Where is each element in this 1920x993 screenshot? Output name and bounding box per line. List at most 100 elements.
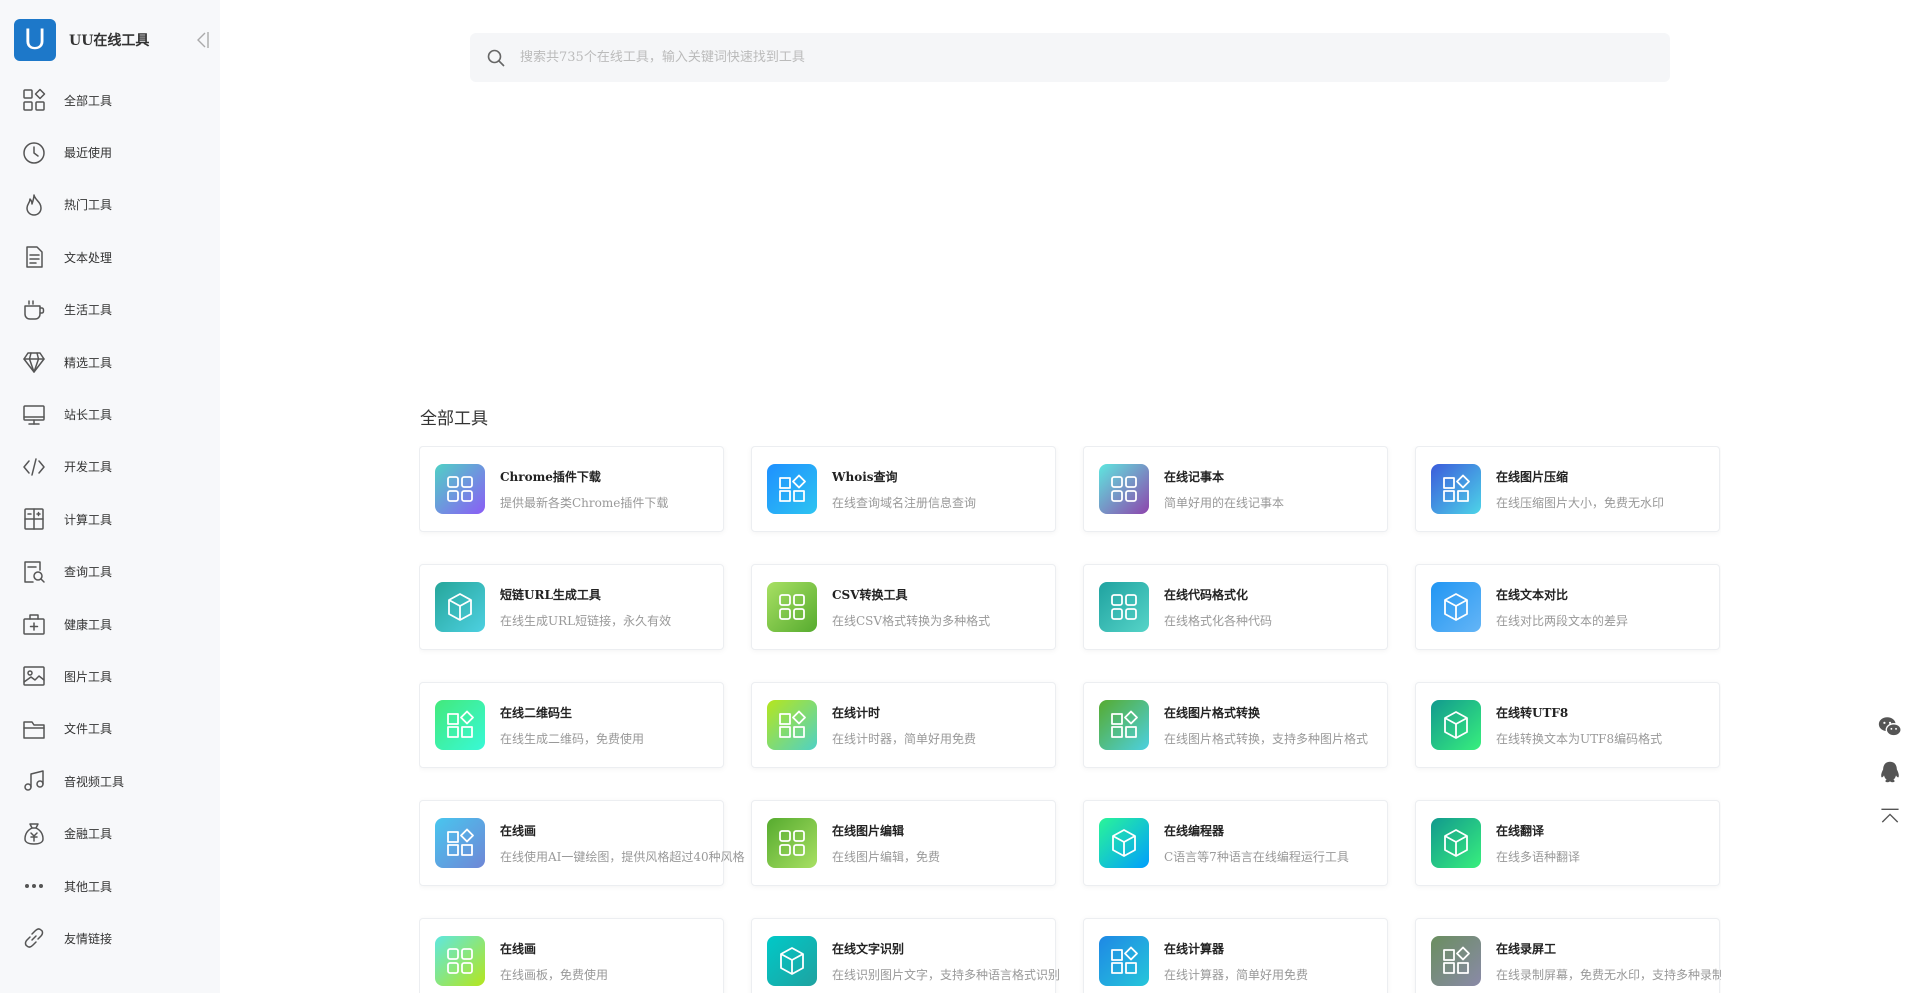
tool-card[interactable]: 在线图片压缩 在线压缩图片大小，免费无水印 [1415,446,1720,532]
apps-icon [767,582,817,632]
tool-card-text: 在线计时 在线计时器，简单好用免费 [832,704,976,747]
tool-card-desc: 提供最新各类Chrome插件下载 [500,495,669,510]
wechat-icon[interactable] [1876,713,1904,741]
tool-card[interactable]: 在线画 在线使用AI一键绘图，提供风格超过40种风格 [419,800,745,886]
brand[interactable]: U UU在线工具 [14,19,149,61]
tool-card-desc: 在线图片格式转换，支持多种图片格式 [1164,731,1369,746]
sidebar-item[interactable]: 站长工具 [0,388,220,440]
tool-card-title: Chrome插件下载 [500,469,601,484]
tool-card-title: Whois查询 [832,469,898,484]
tool-card-desc: 简单好用的在线记事本 [1164,495,1285,510]
search-bar[interactable] [470,33,1670,82]
sidebar-item-label: 热门工具 [64,198,113,213]
tool-card-desc: 在线图片编辑，免费 [832,849,941,864]
sidebar-item-label: 图片工具 [64,669,113,684]
sidebar-item-label: 文件工具 [64,722,113,737]
tool-card-title: 在线图片格式转换 [1164,705,1261,720]
tool-card-text: 短链URL生成工具 在线生成URL短链接，永久有效 [500,586,671,629]
sidebar-item[interactable]: 计算工具 [0,493,220,545]
tool-card[interactable]: 在线图片编辑 在线图片编辑，免费 [751,800,1056,886]
tool-card[interactable]: 在线画 在线画板，免费使用 [419,918,724,993]
sidebar-item[interactable]: 其他工具 [0,860,220,912]
sidebar-item[interactable]: 图片工具 [0,650,220,702]
tool-card-title: 在线文本对比 [1496,587,1569,602]
tool-card[interactable]: 在线录屏工在线录制屏幕，免费无水印，支持多种录制方式 [1415,918,1721,993]
tool-card[interactable]: 在线文字识别 在线识别图片文字，支持多种语言格式识别 [751,918,1060,993]
tool-card-text: 在线转UTF8 在线转换文本为UTF8编码格式 [1496,704,1662,747]
tool-card[interactable]: 在线编程器 C语言等7种语言在线编程运行工具 [1083,800,1388,886]
tool-card-title: 在线翻译 [1496,823,1545,838]
widgets-icon [435,700,485,750]
sidebar-item[interactable]: 查询工具 [0,546,220,598]
tool-card[interactable]: 在线图片格式转换在线图片格式转换，支持多种图片格式 [1083,682,1388,768]
search-input[interactable] [520,50,1620,65]
tool-card-desc: 在线压缩图片大小，免费无水印 [1496,495,1665,510]
sidebar-item[interactable]: 友情链接 [0,912,220,964]
tool-card[interactable]: 短链URL生成工具 在线生成URL短链接，永久有效 [419,564,724,650]
sidebar-item-label: 开发工具 [64,460,113,475]
apps-icon [1099,582,1149,632]
tool-card[interactable]: 在线转UTF8 在线转换文本为UTF8编码格式 [1415,682,1720,768]
tool-card[interactable]: 在线文本对比 在线对比两段文本的差异 [1415,564,1720,650]
sidebar-item[interactable]: 生活工具 [0,284,220,336]
tool-card[interactable]: 在线记事本简单好用的在线记事本 [1083,446,1388,532]
apps-icon [435,936,485,986]
sidebar-item[interactable]: 全部工具 [0,74,220,126]
tool-card[interactable]: Whois查询 在线查询域名注册信息查询 [751,446,1056,532]
tool-card-text: CSV转换工具 在线CSV格式转换为多种格式 [832,586,990,629]
tool-card[interactable]: 在线计算器 在线计算器，简单好用免费 [1083,918,1388,993]
cube-icon [435,582,485,632]
tool-card-desc: 在线计时器，简单好用免费 [832,731,977,746]
tool-card-title: 在线记事本 [1164,469,1225,484]
sidebar-item[interactable]: 金融工具 [0,807,220,859]
sidebar-item-label: 生活工具 [64,303,113,318]
sidebar-item[interactable]: 热门工具 [0,179,220,231]
tool-card-text: 在线计算器 在线计算器，简单好用免费 [1164,940,1308,983]
sidebar-item-label: 音视频工具 [64,774,125,789]
tool-grid: Chrome插件下载提供最新各类Chrome插件下载 Whois查询 在线查询域名注… [419,446,1721,993]
tool-card[interactable]: 在线翻译 在线多语种翻译 [1415,800,1720,886]
sidebar-item-label: 最近使用 [64,146,113,161]
sidebar: U UU在线工具 全部工具最近使用热门工具文本处理生活工具精选工具 站长工具开发工… [0,0,220,993]
qq-icon[interactable] [1876,758,1904,786]
sidebar-item-label: 其他工具 [64,879,113,894]
collapse-sidebar-icon[interactable] [194,30,210,50]
cube-icon [1431,818,1481,868]
tool-card-text: 在线图片格式转换在线图片格式转换，支持多种图片格式 [1164,704,1368,747]
widgets-icon [1431,936,1481,986]
sidebar-item[interactable]: 文本处理 [0,231,220,283]
tool-card-text: 在线文字识别 在线识别图片文字，支持多种语言格式识别 [832,940,1060,983]
tool-card-text: 在线画 在线使用AI一键绘图，提供风格超过40种风格 [500,822,745,865]
sidebar-item-label: 健康工具 [64,617,113,632]
tool-card[interactable]: CSV转换工具 在线CSV格式转换为多种格式 [751,564,1056,650]
tool-card-desc: 在线计算器，简单好用免费 [1164,967,1309,982]
widgets-icon [767,464,817,514]
sidebar-item[interactable]: 音视频工具 [0,755,220,807]
music-icon [21,768,47,794]
search-doc-icon [21,559,47,585]
cube-icon [767,936,817,986]
sidebar-item[interactable]: 最近使用 [0,126,220,178]
tool-card[interactable]: 在线二维码生 在线生成二维码，免费使用 [419,682,724,768]
sidebar-item[interactable]: 健康工具 [0,598,220,650]
tool-card-text: 在线文本对比 在线对比两段文本的差异 [1496,586,1628,629]
sidebar-item[interactable]: 精选工具 [0,336,220,388]
back-to-top-icon[interactable] [1876,803,1904,831]
image-icon [21,663,47,689]
sidebar-item[interactable]: 文件工具 [0,703,220,755]
tool-card-text: 在线图片编辑 在线图片编辑，免费 [832,822,940,865]
site-name[interactable]: UU在线工具 [69,30,149,50]
tool-card-text: Chrome插件下载提供最新各类Chrome插件下载 [500,468,668,511]
tool-card-title: 在线代码格式化 [1164,587,1249,602]
flame-icon [21,192,47,218]
logo[interactable]: U [14,19,56,61]
widgets-icon [1431,464,1481,514]
tool-card[interactable]: 在线代码格式化 在线格式化各种代码 [1083,564,1388,650]
tool-card[interactable]: Chrome插件下载提供最新各类Chrome插件下载 [419,446,724,532]
tool-card-desc: C语言等7种语言在线编程运行工具 [1164,849,1349,864]
sidebar-item[interactable]: 开发工具 [0,441,220,493]
tool-card[interactable]: 在线计时 在线计时器，简单好用免费 [751,682,1056,768]
section-title: 全部工具 [420,409,488,429]
tool-card-desc: 在线生成二维码，免费使用 [500,731,645,746]
sidebar-item-label: 查询工具 [64,565,113,580]
